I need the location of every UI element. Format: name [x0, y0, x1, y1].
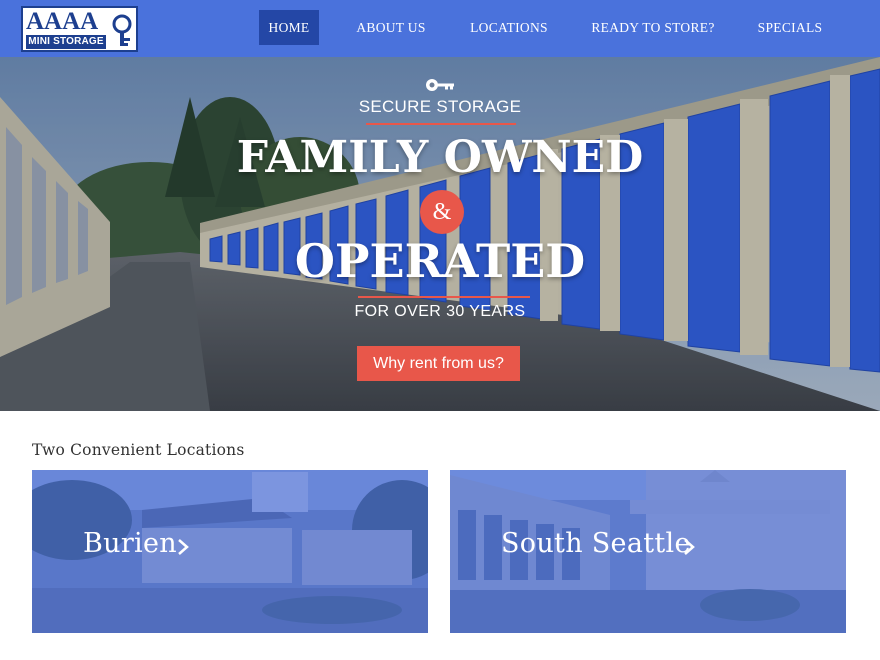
- ampersand-badge: &: [420, 190, 464, 234]
- nav-home[interactable]: HOME: [259, 10, 319, 45]
- why-rent-button[interactable]: Why rent from us?: [357, 346, 520, 381]
- hero-subline: FOR OVER 30 YEARS: [354, 303, 526, 320]
- nav-specials[interactable]: SPECIALS: [752, 10, 828, 45]
- chevron-right-icon: [684, 539, 695, 555]
- hero-headline-1: FAMILY OWNED: [236, 132, 644, 183]
- site-logo[interactable]: AAAA MINI STORAGE: [21, 6, 138, 52]
- top-navbar: AAAA MINI STORAGE HOME ABOUT US LOCATION…: [0, 0, 880, 57]
- locations-heading: Two Convenient Locations: [32, 441, 245, 459]
- logo-subtitle: MINI STORAGE: [26, 35, 106, 49]
- chevron-right-icon: [178, 539, 189, 555]
- location-card-south-seattle[interactable]: South Seattle: [450, 470, 846, 633]
- hero-eyebrow: SECURE STORAGE: [358, 97, 522, 116]
- hero-divider-top: [366, 123, 516, 125]
- location-label-burien: Burien: [83, 528, 177, 559]
- logo-wordmark: AAAA: [26, 8, 99, 35]
- logo-key-icon: [112, 14, 132, 46]
- nav-about-us[interactable]: ABOUT US: [350, 10, 432, 45]
- key-icon: [426, 79, 454, 91]
- hero-headline-2: OPERATED: [294, 234, 586, 288]
- nav-locations[interactable]: LOCATIONS: [464, 10, 554, 45]
- location-label-south-seattle: South Seattle: [501, 528, 691, 559]
- hero-divider-bottom: [358, 296, 530, 298]
- hero-banner: SECURE STORAGE FAMILY OWNED & OPERATED F…: [0, 57, 880, 411]
- nav-ready-to-store[interactable]: READY TO STORE?: [588, 10, 718, 45]
- location-card-burien[interactable]: Burien: [32, 470, 428, 633]
